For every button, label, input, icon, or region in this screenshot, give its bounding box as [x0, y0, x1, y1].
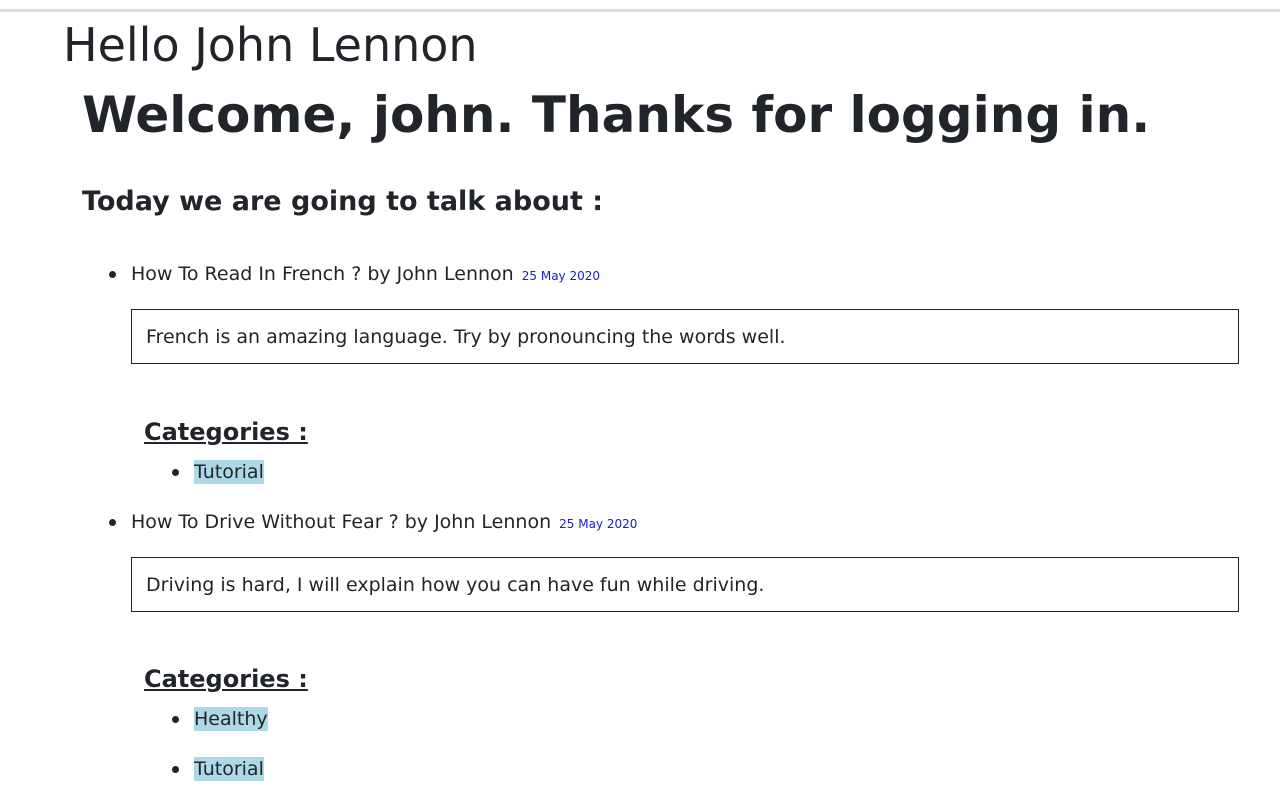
bullet-icon	[172, 469, 179, 476]
category-tag[interactable]: Tutorial	[194, 460, 264, 484]
post-title-text: How To Drive Without Fear ? by John Lenn…	[131, 511, 552, 533]
top-divider	[0, 9, 1280, 12]
post-body-box: French is an amazing language. Try by pr…	[131, 309, 1239, 364]
categories-heading: Categories :	[144, 665, 308, 693]
post-body-box: Driving is hard, I will explain how you …	[131, 557, 1239, 612]
category-tag[interactable]: Tutorial	[194, 757, 264, 781]
welcome-heading: Welcome, john. Thanks for logging in.	[82, 86, 1151, 144]
hello-heading: Hello John Lennon	[63, 18, 478, 72]
categories-heading: Categories :	[144, 418, 308, 446]
post-body-text: Driving is hard, I will explain how you …	[146, 574, 765, 596]
bullet-icon	[172, 716, 179, 723]
post-title: How To Read In French ? by John Lennon 2…	[131, 260, 600, 290]
bullet-icon	[109, 519, 116, 526]
bullet-icon	[109, 271, 116, 278]
topics-subheading: Today we are going to talk about :	[82, 186, 604, 217]
post-title: How To Drive Without Fear ? by John Lenn…	[131, 508, 637, 538]
post-body-text: French is an amazing language. Try by pr…	[146, 326, 786, 348]
bullet-icon	[172, 766, 179, 773]
post-date: 25 May 2020	[521, 269, 601, 283]
category-tag[interactable]: Healthy	[194, 707, 268, 731]
post-title-text: How To Read In French ? by John Lennon	[131, 263, 514, 285]
post-date: 25 May 2020	[559, 517, 638, 531]
